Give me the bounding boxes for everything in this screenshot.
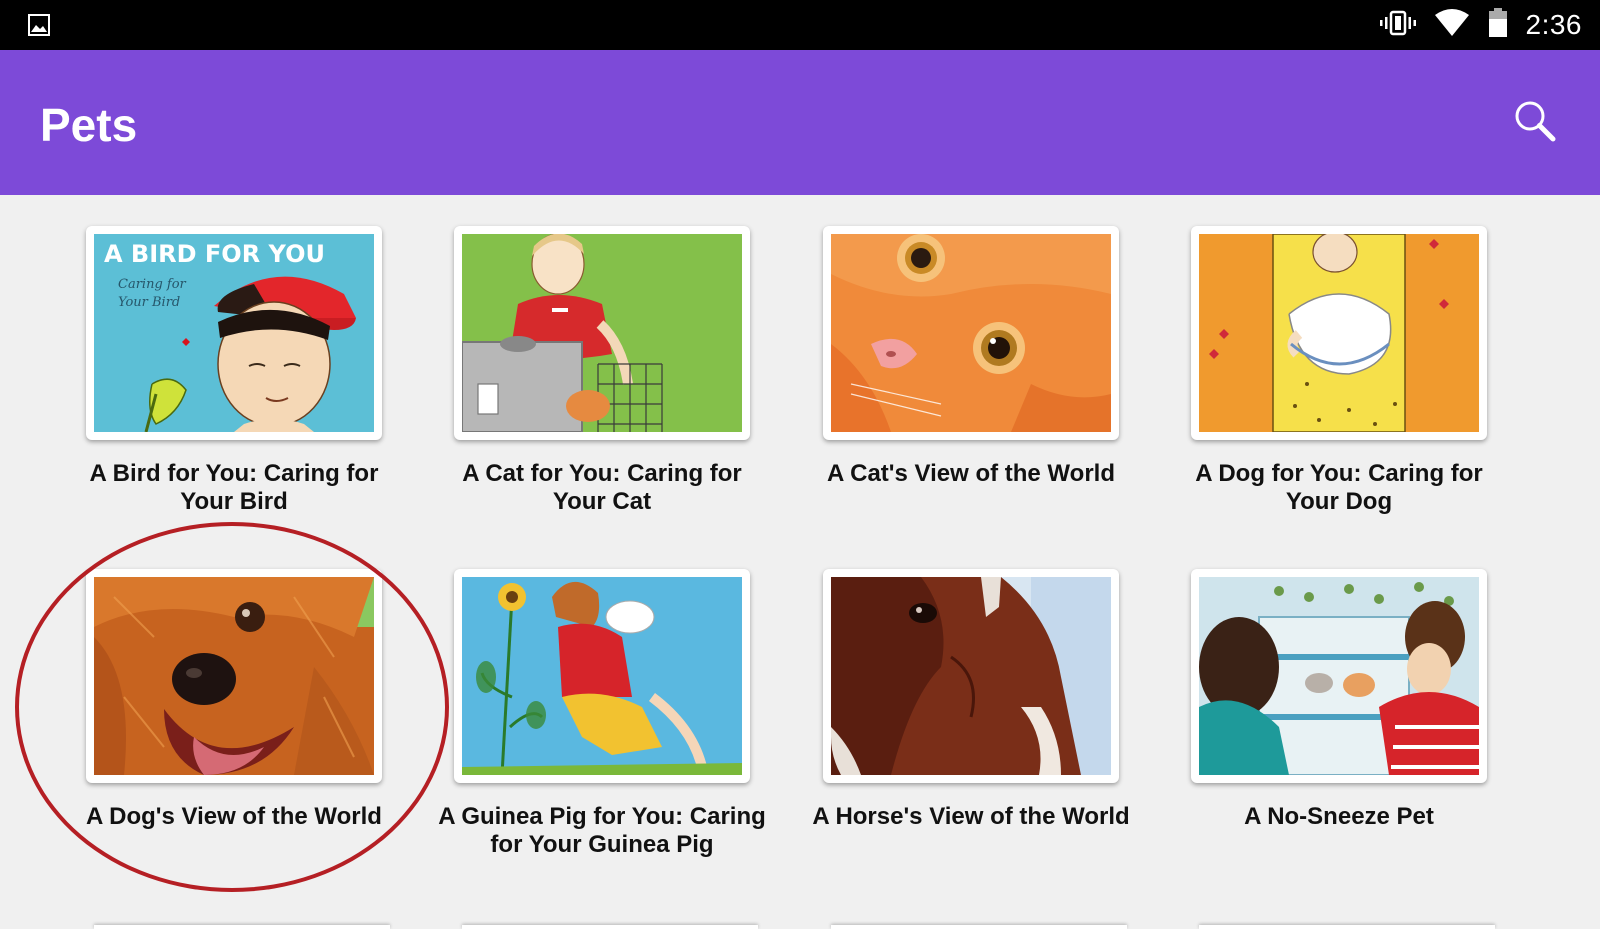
vibrate-icon	[1379, 10, 1416, 41]
book-title: A Cat for You: Caring for Your Cat	[462, 460, 742, 515]
book-cover	[1191, 569, 1487, 783]
guinea-pig-cover-illustration	[462, 577, 742, 775]
next-row-card-edge	[1199, 925, 1495, 929]
book-title: A Guinea Pig for You: Caring for Your Gu…	[438, 803, 766, 858]
search-button[interactable]	[1512, 98, 1560, 146]
no-sneeze-pet-cover-illustration	[1199, 577, 1479, 775]
gallery-image-icon	[28, 14, 50, 36]
next-row-card-edge	[94, 925, 390, 929]
book-title: A Horse's View of the World	[812, 803, 1130, 830]
cat-for-you-cover-illustration	[462, 234, 742, 432]
book-title: A No-Sneeze Pet	[1244, 803, 1434, 830]
book-title: A Dog for You: Caring for Your Dog	[1195, 460, 1483, 515]
cover-title-text: A BIRD FOR YOU	[104, 240, 325, 268]
svg-text:Your Bird: Your Bird	[118, 295, 180, 310]
search-icon	[1515, 101, 1556, 142]
page-title: Pets	[40, 99, 138, 151]
book-cover	[1191, 226, 1487, 440]
book-cover: A BIRD FOR YOU Caring for Your Bird	[86, 226, 382, 440]
book-title: A Dog's View of the World	[86, 803, 382, 830]
book-cover	[86, 569, 382, 783]
svg-text:Caring for: Caring for	[118, 277, 187, 292]
dog-face-photo	[94, 577, 374, 775]
horse-face-photo	[831, 577, 1111, 775]
book-cover	[823, 226, 1119, 440]
bird-cover-illustration: A BIRD FOR YOU Caring for Your Bird	[94, 234, 374, 432]
status-bar: 2:36	[0, 0, 1600, 50]
book-cover	[454, 569, 750, 783]
battery-icon	[1488, 7, 1508, 43]
next-row-card-edge	[462, 925, 758, 929]
book-title: A Bird for You: Caring for Your Bird	[89, 460, 379, 515]
status-time: 2:36	[1525, 9, 1582, 40]
book-cover	[823, 569, 1119, 783]
cat-face-photo	[831, 234, 1111, 432]
book-cover	[454, 226, 750, 440]
next-row-card-edge	[831, 925, 1127, 929]
book-title: A Cat's View of the World	[827, 460, 1115, 487]
dog-for-you-cover-illustration	[1199, 234, 1479, 432]
app-bar: Pets	[0, 50, 1600, 195]
wifi-icon	[1434, 8, 1470, 42]
